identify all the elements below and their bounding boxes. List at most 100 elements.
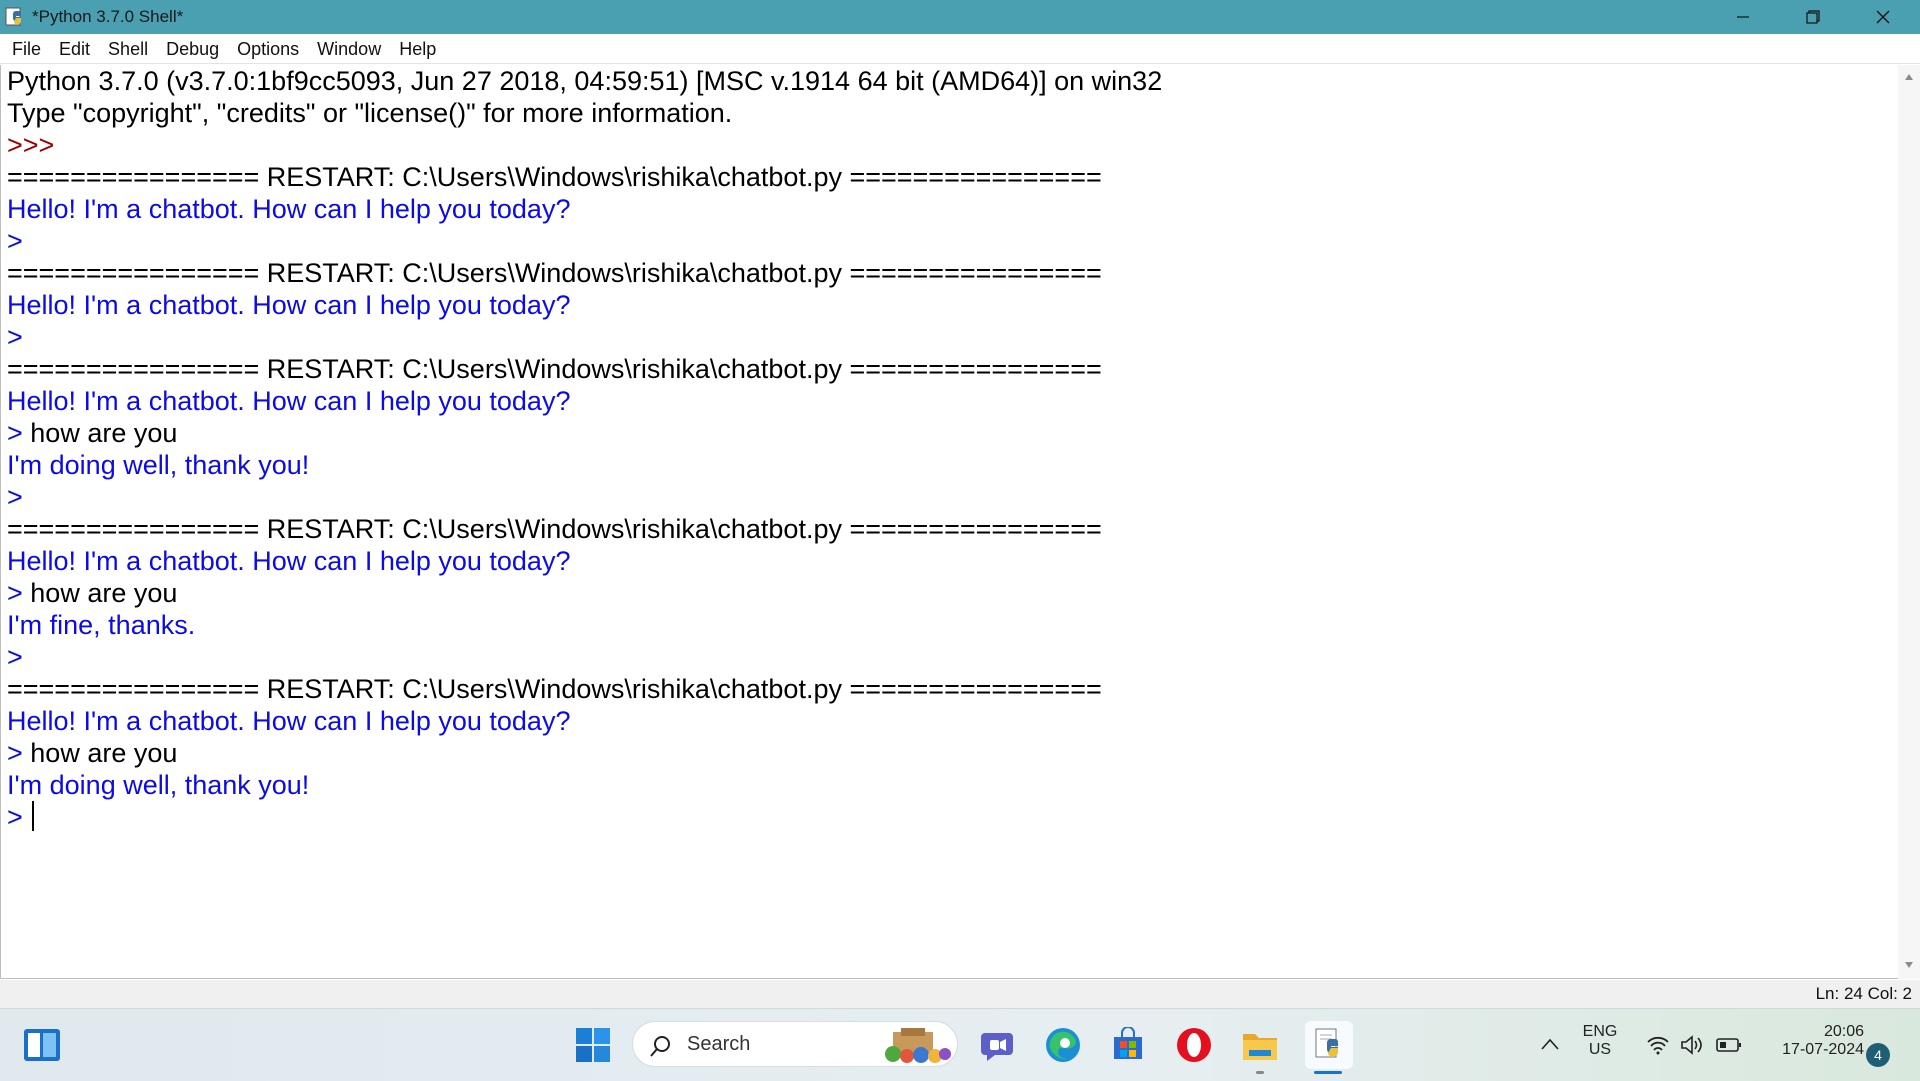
shell-output-text: ================ RESTART: C:\Users\Windo… (7, 674, 1102, 704)
vertical-scrollbar[interactable] (1898, 65, 1920, 979)
shell-line: Hello! I'm a chatbot. How can I help you… (7, 545, 570, 577)
shell-output-text: > (7, 642, 23, 672)
python-idle-button[interactable] (1305, 1021, 1353, 1069)
shell-line: I'm fine, thanks. (7, 609, 195, 641)
shell-line: ================ RESTART: C:\Users\Windo… (7, 257, 1102, 289)
edge-button[interactable] (1041, 1023, 1085, 1067)
shell-prompt: > (7, 802, 31, 832)
shell-line: > (7, 801, 35, 833)
shell-line: I'm doing well, thank you! (7, 769, 309, 801)
shell-user-input: how are you (30, 578, 178, 608)
close-button[interactable] (1848, 0, 1918, 34)
opera-icon (1177, 1028, 1211, 1062)
shell-output-text: Type "copyright", "credits" or "license(… (7, 98, 733, 128)
status-bar: Ln: 24 Col: 2 (0, 980, 1920, 1008)
shell-output-text: > (7, 482, 23, 512)
clock-time: 20:06 (1823, 1023, 1864, 1040)
shell-line: > (7, 481, 23, 513)
shell-output-text: ================ RESTART: C:\Users\Windo… (7, 514, 1102, 544)
start-button[interactable] (571, 1023, 615, 1067)
title-bar[interactable]: *Python 3.7.0 Shell* (0, 0, 1920, 34)
shell-output-text: ================ RESTART: C:\Users\Windo… (7, 162, 1102, 192)
show-hidden-icons-icon[interactable] (1540, 1037, 1560, 1051)
shell-line: Hello! I'm a chatbot. How can I help you… (7, 289, 570, 321)
opera-button[interactable] (1172, 1023, 1216, 1067)
shell-text-area[interactable]: Python 3.7.0 (v3.7.0:1bf9cc5093, Jun 27 … (0, 65, 1898, 979)
menu-shell[interactable]: Shell (99, 34, 157, 64)
restore-icon (1806, 10, 1820, 24)
shell-output-text: Hello! I'm a chatbot. How can I help you… (7, 290, 571, 320)
shell-output-text: Hello! I'm a chatbot. How can I help you… (7, 386, 571, 416)
store-button[interactable] (1106, 1023, 1150, 1067)
shell-line: > how are you (7, 737, 177, 769)
store-icon (1114, 1027, 1142, 1059)
menu-window[interactable]: Window (308, 34, 390, 64)
python-idle-icon (1315, 1028, 1338, 1058)
edge-icon (1046, 1028, 1080, 1062)
active-indicator (1314, 1071, 1342, 1074)
widgets-button[interactable] (20, 1023, 64, 1067)
shell-line: Hello! I'm a chatbot. How can I help you… (7, 705, 570, 737)
scroll-up-icon[interactable] (1904, 73, 1914, 81)
shell-line: > (7, 641, 23, 673)
shell-line: >>> (7, 129, 62, 161)
search-icon (650, 1036, 670, 1057)
clock-date: 17-07-2024 (1782, 1041, 1864, 1058)
file-explorer-icon (1243, 1034, 1277, 1060)
language-indicator[interactable]: ENG US (1574, 1023, 1626, 1059)
shell-output-text: Python 3.7.0 (v3.7.0:1bf9cc5093, Jun 27 … (7, 66, 1163, 96)
shell-line: ================ RESTART: C:\Users\Windo… (7, 353, 1102, 385)
battery-icon[interactable] (1716, 1037, 1742, 1053)
shell-line: ================ RESTART: C:\Users\Windo… (7, 673, 1102, 705)
taskbar: Search ENG US 20:06 17-07-2024 4 (0, 1008, 1920, 1081)
shell-output-text: I'm doing well, thank you! (7, 770, 310, 800)
region-code: US (1588, 1041, 1612, 1058)
taskbar-search[interactable]: Search (632, 1021, 958, 1067)
shell-line: I'm doing well, thank you! (7, 449, 309, 481)
shell-user-input: how are you (30, 418, 178, 448)
cursor-position: Ln: 24 Col: 2 (1815, 984, 1912, 1003)
python-idle-app-icon (5, 7, 21, 26)
shell-output-text: ================ RESTART: C:\Users\Windo… (7, 354, 1102, 384)
menu-options[interactable]: Options (228, 34, 308, 64)
shell-output-text: > (7, 226, 23, 256)
shell-user-input: how are you (30, 738, 178, 768)
minimize-button[interactable] (1708, 0, 1778, 34)
shell-line: > how are you (7, 417, 177, 449)
shell-output-text: > (7, 322, 23, 352)
shell-output-text: Hello! I'm a chatbot. How can I help you… (7, 194, 571, 224)
menu-debug[interactable]: Debug (157, 34, 228, 64)
volume-icon[interactable] (1680, 1035, 1704, 1055)
chat-button[interactable] (975, 1023, 1019, 1067)
file-explorer-button[interactable] (1238, 1023, 1282, 1067)
menu-edit[interactable]: Edit (50, 34, 99, 64)
menu-help[interactable]: Help (390, 34, 445, 64)
teams-chat-icon (981, 1033, 1013, 1061)
menu-bar: File Edit Shell Debug Options Window Hel… (0, 34, 1920, 64)
text-cursor (32, 801, 35, 831)
running-indicator (1256, 1071, 1264, 1074)
shell-line: Python 3.7.0 (v3.7.0:1bf9cc5093, Jun 27 … (7, 65, 1162, 97)
shell-output-text: Hello! I'm a chatbot. How can I help you… (7, 706, 571, 736)
shell-line: > (7, 321, 23, 353)
shell-prompt: > (7, 738, 31, 768)
shell-output-text: Hello! I'm a chatbot. How can I help you… (7, 546, 571, 576)
shell-line: ================ RESTART: C:\Users\Windo… (7, 161, 1102, 193)
shell-line: > how are you (7, 577, 177, 609)
menu-file[interactable]: File (3, 34, 50, 64)
restore-button[interactable] (1778, 0, 1848, 34)
notification-badge[interactable]: 4 (1866, 1043, 1890, 1067)
window-title: *Python 3.7.0 Shell* (32, 7, 184, 26)
shell-output-text: I'm doing well, thank you! (7, 450, 310, 480)
shell-line: > (7, 225, 23, 257)
clock[interactable]: 20:06 17-07-2024 (1754, 1023, 1864, 1059)
search-highlight-icon (885, 1028, 951, 1063)
start-icon (576, 1028, 610, 1062)
scroll-down-icon[interactable] (1904, 961, 1914, 969)
language-code: ENG (1582, 1023, 1618, 1040)
shell-output-text: ================ RESTART: C:\Users\Windo… (7, 258, 1102, 288)
shell-prompt: > (7, 418, 31, 448)
minimize-icon (1737, 16, 1749, 18)
wifi-icon[interactable] (1646, 1035, 1670, 1055)
shell-line: Hello! I'm a chatbot. How can I help you… (7, 385, 570, 417)
